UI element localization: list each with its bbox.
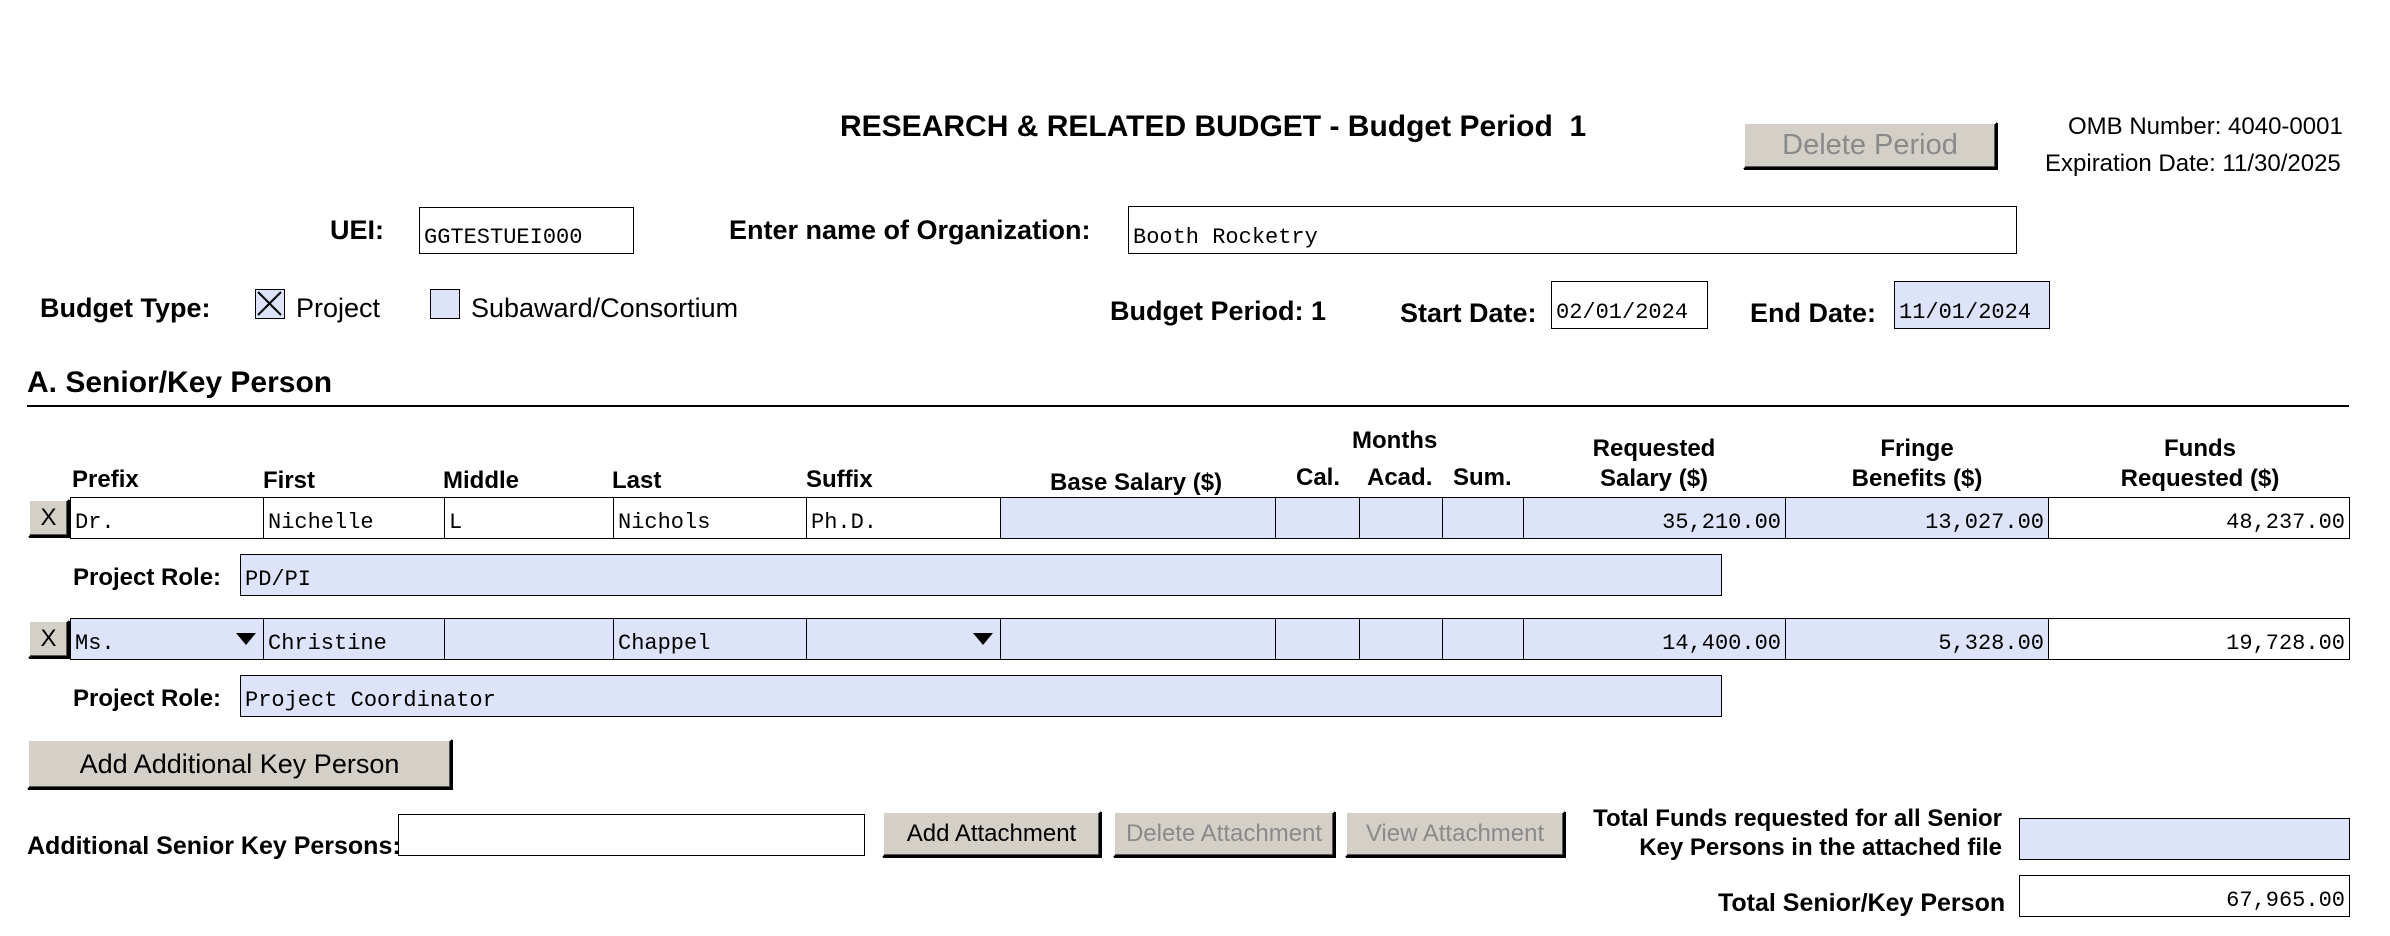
header-funds-line1: Funds	[2164, 435, 2236, 462]
start-date-field[interactable]: 02/01/2024	[1551, 281, 1708, 329]
header-sum: Sum.	[1453, 464, 1512, 491]
header-months: Months	[1352, 427, 1438, 454]
header-funds-line2: Requested ($)	[2120, 465, 2280, 492]
header-funds-requested: Funds Requested ($)	[2049, 434, 2351, 494]
delete-attachment-button[interactable]: Delete Attachment	[1113, 811, 1335, 857]
header-last: Last	[612, 467, 662, 494]
start-date-label: Start Date:	[1400, 298, 1537, 328]
person-1-fringe-benefits[interactable]: 13,027.00	[1785, 497, 2049, 539]
total-senior-key-person-value: 67,965.00	[2019, 875, 2350, 917]
end-date-label: End Date:	[1750, 298, 1877, 328]
person-2-prefix-select[interactable]: Ms.	[70, 618, 264, 660]
person-1-requested-salary[interactable]: 35,210.00	[1523, 497, 1786, 539]
expiration-date: Expiration Date: 11/30/2025	[2045, 150, 2341, 177]
header-base-salary: Base Salary ($)	[1050, 469, 1223, 496]
person-2-suffix-select[interactable]	[806, 618, 1001, 660]
person-2-first[interactable]: Christine	[263, 618, 445, 660]
uei-field[interactable]: GGTESTUEI000	[419, 207, 634, 254]
total-attached-label: Total Funds requested for all Senior Key…	[1575, 804, 2002, 862]
person-1-first[interactable]: Nichelle	[263, 497, 445, 539]
header-requested-salary: Requested Salary ($)	[1524, 434, 1784, 494]
prefix-dropdown-chevron-icon[interactable]	[236, 633, 256, 645]
header-acad: Acad.	[1367, 464, 1433, 491]
organization-label: Enter name of Organization:	[729, 215, 1091, 245]
project-checkbox[interactable]	[255, 289, 285, 319]
person-2-last[interactable]: Chappel	[613, 618, 807, 660]
additional-key-persons-label: Additional Senior Key Persons:	[27, 832, 401, 860]
project-label: Project	[296, 293, 381, 323]
header-fringe-line2: Benefits ($)	[1851, 465, 1983, 492]
additional-key-persons-file[interactable]	[398, 814, 865, 856]
header-cal: Cal.	[1296, 464, 1341, 491]
total-attached-label-line2: Key Persons in the attached file	[1639, 834, 2002, 861]
person-1-funds-requested: 48,237.00	[2048, 497, 2350, 539]
person-2-sum-months[interactable]	[1442, 618, 1524, 660]
person-2-middle[interactable]	[444, 618, 614, 660]
person-2-role-label: Project Role:	[73, 685, 222, 712]
subaward-label: Subaward/Consortium	[471, 293, 739, 323]
add-attachment-button[interactable]: Add Attachment	[882, 811, 1101, 857]
delete-period-button[interactable]: Delete Period	[1743, 122, 1997, 169]
person-1-prefix[interactable]: Dr.	[70, 497, 264, 539]
add-key-person-button[interactable]: Add Additional Key Person	[27, 739, 452, 789]
budget-period-label: Budget Period: 1	[1110, 296, 1327, 326]
person-1-suffix[interactable]: Ph.D.	[806, 497, 1001, 539]
header-middle: Middle	[443, 467, 519, 494]
person-1-last[interactable]: Nichols	[613, 497, 807, 539]
uei-label: UEI:	[330, 215, 384, 245]
end-date-field[interactable]: 11/01/2024	[1894, 281, 2050, 329]
header-first: First	[263, 467, 316, 494]
total-attached-label-line1: Total Funds requested for all Senior	[1593, 805, 2002, 832]
person-1-project-role[interactable]: PD/PI	[240, 554, 1722, 596]
person-2-fringe-benefits[interactable]: 5,328.00	[1785, 618, 2049, 660]
total-senior-key-person-label: Total Senior/Key Person	[1718, 889, 2006, 917]
remove-person-1-button[interactable]: X	[28, 499, 69, 537]
person-2-cal-months[interactable]	[1275, 618, 1360, 660]
section-a-title: A. Senior/Key Person	[27, 366, 333, 399]
header-prefix: Prefix	[72, 466, 139, 493]
header-fringe-benefits: Fringe Benefits ($)	[1786, 434, 2048, 494]
person-2-project-role[interactable]: Project Coordinator	[240, 675, 1722, 717]
checked-x-icon	[257, 291, 282, 316]
header-requested-line1: Requested	[1592, 435, 1716, 462]
person-2-requested-salary[interactable]: 14,400.00	[1523, 618, 1786, 660]
budget-type-label: Budget Type:	[40, 293, 211, 323]
header-suffix: Suffix	[806, 466, 873, 493]
person-2-acad-months[interactable]	[1359, 618, 1443, 660]
subaward-checkbox[interactable]	[430, 289, 460, 319]
omb-number: OMB Number: 4040-0001	[2068, 113, 2343, 140]
header-fringe-line1: Fringe	[1880, 435, 1954, 462]
person-1-acad-months[interactable]	[1359, 497, 1443, 539]
person-1-base-salary[interactable]	[1000, 497, 1276, 539]
section-divider	[27, 405, 2349, 407]
person-1-cal-months[interactable]	[1275, 497, 1360, 539]
page-title: RESEARCH & RELATED BUDGET - Budget Perio…	[840, 110, 1587, 143]
view-attachment-button[interactable]: View Attachment	[1345, 811, 1565, 857]
suffix-dropdown-chevron-icon[interactable]	[973, 633, 993, 645]
person-1-sum-months[interactable]	[1442, 497, 1524, 539]
header-requested-line2: Salary ($)	[1599, 465, 1709, 492]
person-1-middle[interactable]: L	[444, 497, 614, 539]
organization-field[interactable]: Booth Rocketry	[1128, 206, 2017, 254]
remove-person-2-button[interactable]: X	[28, 620, 69, 658]
person-1-role-label: Project Role:	[73, 564, 222, 591]
total-attached-funds[interactable]	[2019, 818, 2350, 860]
person-2-prefix-value: Ms.	[75, 631, 115, 656]
person-2-base-salary[interactable]	[1000, 618, 1276, 660]
person-2-funds-requested: 19,728.00	[2048, 618, 2350, 660]
